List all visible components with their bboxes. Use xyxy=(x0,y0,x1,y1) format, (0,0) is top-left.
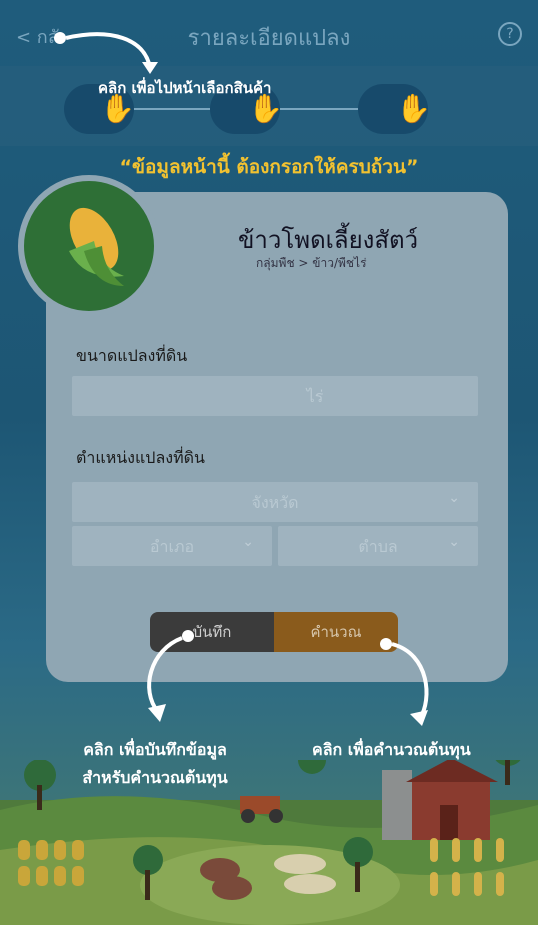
hand-three-icon: ✋ xyxy=(396,92,431,125)
plot-size-label: ขนาดแปลงที่ดิน xyxy=(76,346,188,365)
chevron-down-icon: ⌄ xyxy=(242,534,254,550)
tip-arrow-save xyxy=(147,630,194,722)
crop-breadcrumb: กลุ่มพืช > ข้าว/พืชไร่ xyxy=(256,256,367,270)
location-label: ตำแหน่งแปลงที่ดิน xyxy=(76,448,205,467)
tip-back: คลิก เพื่อไปหน้าเลือกสินค้า xyxy=(98,79,272,97)
province-select[interactable]: จังหวัด ⌄ xyxy=(72,482,478,522)
plot-size-placeholder: ไร่ xyxy=(306,387,324,406)
chevron-down-icon: ⌄ xyxy=(448,534,460,550)
corn-icon xyxy=(69,207,124,286)
chevron-down-icon: ⌄ xyxy=(448,490,460,506)
crop-avatar xyxy=(18,175,160,317)
tip-arrow-back xyxy=(54,32,158,74)
subdistrict-select[interactable]: ตำบล ⌄ xyxy=(278,526,478,566)
step-connector xyxy=(280,108,360,110)
district-select[interactable]: อำเภอ ⌄ xyxy=(72,526,272,566)
plot-size-input[interactable]: ไร่ xyxy=(72,376,478,416)
tip-arrow-calc xyxy=(380,638,429,726)
farm-illustration xyxy=(0,760,538,925)
province-placeholder: จังหวัด xyxy=(251,493,299,512)
step-connector xyxy=(130,108,210,110)
question-circle-icon[interactable]: ? xyxy=(498,22,522,46)
